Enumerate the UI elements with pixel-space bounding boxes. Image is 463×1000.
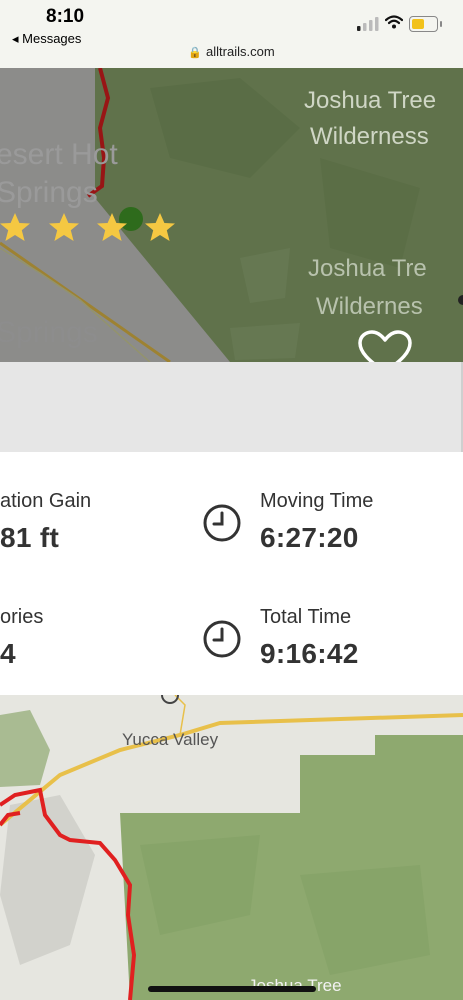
map-label-yucca-valley: Yucca Valley [122, 730, 219, 749]
clock-icon [203, 620, 241, 658]
total-time-value: 9:16:42 [260, 638, 359, 669]
elevation-gain-value: 81 ft [0, 522, 60, 553]
heart-icon[interactable] [358, 330, 412, 362]
star-icon [0, 213, 30, 241]
elevation-gain-label: ation Gain [0, 490, 92, 512]
home-indicator[interactable] [148, 986, 316, 992]
map-label-springs-2: Springs [0, 316, 98, 349]
rating-stars [0, 213, 175, 241]
clock-icon [203, 504, 241, 542]
map-graphic-bottom: Yucca Valley Joshua Tree [0, 695, 463, 1000]
map-label-joshua-tree: Joshua Tree [304, 87, 436, 114]
lock-icon: 🔒 [188, 47, 203, 59]
activity-stats: ation Gain 81 ft Moving Time 6:27:20 ori… [0, 452, 463, 695]
trail-map-bottom[interactable]: Yucca Valley Joshua Tree [0, 695, 463, 1000]
calories-value: 4 [0, 638, 16, 669]
url-text: alltrails.com [206, 44, 275, 59]
map-label-joshua-tree-2: Joshua Tre [308, 255, 427, 282]
moving-time-label: Moving Time [260, 490, 374, 512]
moving-time-value: 6:27:20 [260, 522, 359, 553]
status-bar: 8:10 ◂ Messages 🔒 alltrails.com [0, 0, 463, 68]
star-icon [49, 213, 79, 241]
star-icon [145, 213, 175, 241]
url-bar[interactable]: 🔒 alltrails.com [0, 44, 463, 59]
tab-strip [0, 362, 463, 453]
star-icon [97, 213, 127, 241]
map-label-springs-1: Springs [0, 176, 98, 209]
wifi-icon [385, 15, 403, 29]
total-time-label: Total Time [260, 606, 352, 628]
map-label-desert-hot: esert Hot [0, 138, 118, 171]
calories-label: ories [0, 606, 44, 628]
map-label-wilderness-2: Wildernes [316, 293, 423, 320]
trail-map-top[interactable]: Joshua Tree Wilderness esert Hot Springs… [0, 68, 463, 362]
status-time: 8:10 [46, 6, 85, 27]
battery-icon [409, 16, 442, 32]
map-label-wilderness: Wilderness [310, 123, 429, 150]
cellular-signal-icon [357, 17, 379, 31]
